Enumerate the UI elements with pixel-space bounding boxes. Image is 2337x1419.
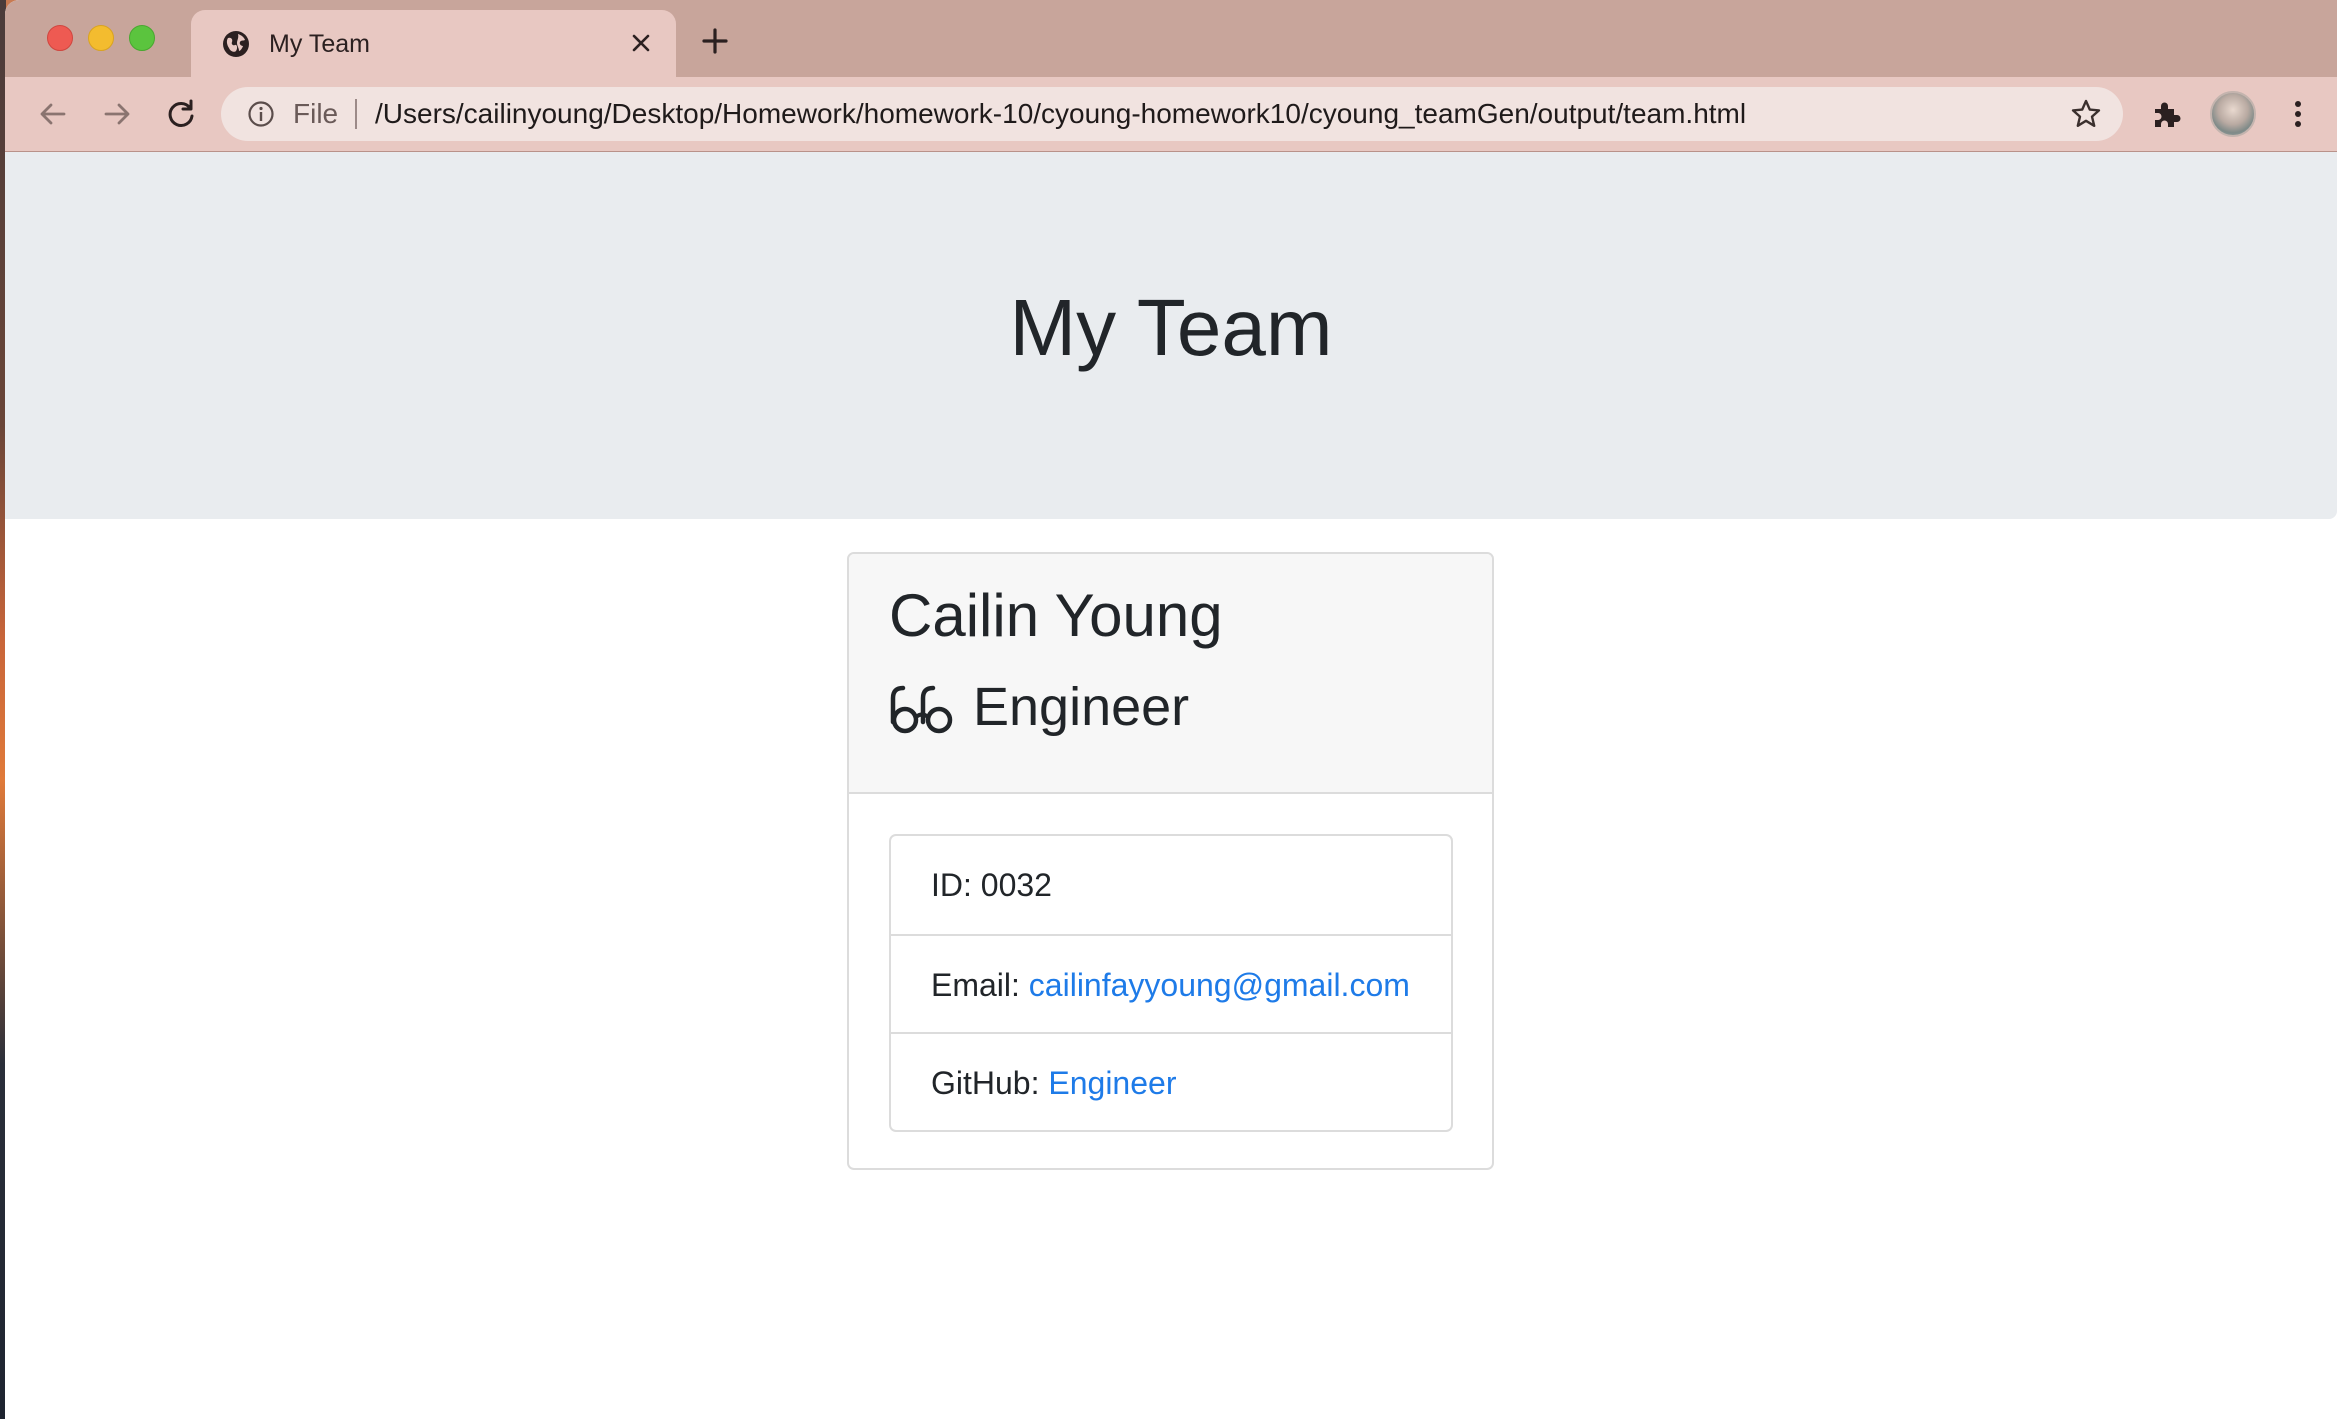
page-title: My Team bbox=[1009, 283, 1333, 372]
close-window-button[interactable] bbox=[47, 25, 73, 51]
employee-role: Engineer bbox=[973, 677, 1190, 737]
puzzle-icon bbox=[2155, 102, 2181, 127]
id-value: 0032 bbox=[980, 867, 1052, 903]
url-text[interactable]: /Users/cailinyoung/Desktop/Homework/home… bbox=[375, 99, 1746, 129]
glasses-icon bbox=[890, 685, 953, 734]
github-label: GitHub: bbox=[931, 1065, 1040, 1101]
email-link[interactable]: cailinfayyoung@gmail.com bbox=[1029, 967, 1410, 1003]
jumbotron-header: My Team bbox=[5, 152, 2337, 519]
reload-button[interactable] bbox=[161, 94, 201, 134]
browser-window: My Team File /Users/cailinyoung/Desktop/… bbox=[5, 0, 2337, 1419]
tab-close-button[interactable] bbox=[624, 26, 658, 60]
github-link[interactable]: Engineer bbox=[1048, 1065, 1176, 1101]
employee-card: Cailin Young Engineer ID: 0032 Email: ca… bbox=[847, 552, 1494, 1170]
info-icon[interactable] bbox=[247, 100, 275, 128]
close-icon bbox=[632, 34, 650, 52]
tab-strip: My Team bbox=[5, 0, 2337, 77]
tab-my-team[interactable]: My Team bbox=[191, 10, 676, 77]
back-arrow-icon bbox=[40, 103, 66, 125]
list-item-id: ID: 0032 bbox=[891, 836, 1451, 934]
extensions-button[interactable] bbox=[2147, 95, 2185, 133]
profile-avatar[interactable] bbox=[2210, 91, 2256, 137]
globe-icon bbox=[223, 31, 249, 57]
browser-toolbar: File /Users/cailinyoung/Desktop/Homework… bbox=[5, 77, 2337, 152]
list-item-email: Email: cailinfayyoung@gmail.com bbox=[891, 934, 1451, 1032]
back-button[interactable] bbox=[33, 94, 73, 134]
forward-button[interactable] bbox=[97, 94, 137, 134]
url-scheme-label: File bbox=[293, 98, 339, 129]
kebab-menu-icon bbox=[2295, 101, 2301, 127]
forward-arrow-icon bbox=[104, 103, 130, 125]
page-content: My Team Cailin Young Engineer ID: 0032 E… bbox=[5, 152, 2337, 1419]
star-icon[interactable] bbox=[2069, 97, 2103, 131]
email-label: Email: bbox=[931, 967, 1020, 1003]
minimize-window-button[interactable] bbox=[88, 25, 114, 51]
maximize-window-button[interactable] bbox=[129, 25, 155, 51]
employee-details-list: ID: 0032 Email: cailinfayyoung@gmail.com… bbox=[889, 834, 1453, 1132]
plus-icon bbox=[702, 28, 728, 54]
url-separator bbox=[355, 99, 357, 129]
address-bar[interactable]: File /Users/cailinyoung/Desktop/Homework… bbox=[221, 87, 2123, 141]
employee-card-header: Cailin Young Engineer bbox=[849, 554, 1492, 794]
new-tab-button[interactable] bbox=[698, 24, 732, 58]
browser-menu-button[interactable] bbox=[2279, 95, 2317, 133]
employee-name: Cailin Young bbox=[889, 582, 1223, 649]
id-label: ID: bbox=[931, 867, 972, 903]
reload-icon bbox=[168, 99, 194, 127]
list-item-github: GitHub: Engineer bbox=[891, 1032, 1451, 1130]
tab-title: My Team bbox=[269, 30, 370, 58]
